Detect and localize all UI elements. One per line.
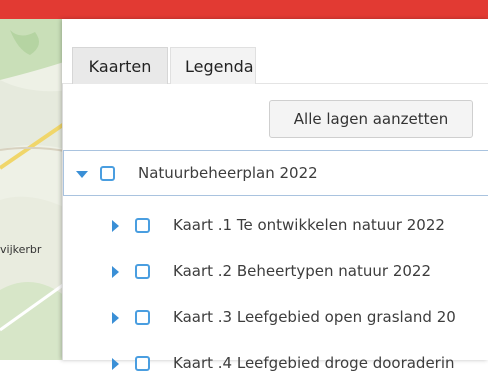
layer-tree-panel: Alle lagen aanzetten Natuurbeheerplan 20… [62, 83, 488, 372]
layer-group-row[interactable]: Natuurbeheerplan 2022 [63, 150, 488, 196]
chevron-right-icon[interactable] [112, 312, 119, 324]
layer-panel: Kaarten Legenda Alle lagen aanzetten Nat… [62, 19, 488, 372]
layer-row[interactable]: Kaart .4 Leefgebied droge dooraderin [63, 342, 488, 388]
layer-checkbox[interactable] [135, 264, 150, 279]
header-bar [0, 0, 488, 19]
tab-kaarten[interactable]: Kaarten [72, 47, 168, 84]
all-layers-on-button[interactable]: Alle lagen aanzetten [269, 100, 473, 138]
layer-label: Kaart .3 Leefgebied open grasland 20 [173, 308, 456, 326]
layer-checkbox[interactable] [135, 218, 150, 233]
chevron-down-icon[interactable] [76, 171, 88, 178]
layer-label: Kaart .2 Beheertypen natuur 2022 [173, 262, 431, 280]
map-place-label: vijkerbr [0, 243, 42, 256]
layer-row[interactable]: Kaart .3 Leefgebied open grasland 20 [63, 296, 488, 342]
layer-label: Kaart .4 Leefgebied droge dooraderin [173, 354, 455, 372]
layer-row[interactable]: Kaart .1 Te ontwikkelen natuur 2022 [63, 204, 488, 250]
layer-row[interactable]: Kaart .2 Beheertypen natuur 2022 [63, 250, 488, 296]
tab-bar: Kaarten Legenda [62, 19, 488, 84]
chevron-right-icon[interactable] [112, 266, 119, 278]
chevron-right-icon[interactable] [112, 220, 119, 232]
layer-checkbox[interactable] [135, 310, 150, 325]
layer-group-checkbox[interactable] [100, 166, 115, 181]
layer-checkbox[interactable] [135, 356, 150, 371]
layer-group-label: Natuurbeheerplan 2022 [138, 164, 318, 182]
tab-legenda[interactable]: Legenda [170, 47, 256, 84]
layer-label: Kaart .1 Te ontwikkelen natuur 2022 [173, 216, 445, 234]
